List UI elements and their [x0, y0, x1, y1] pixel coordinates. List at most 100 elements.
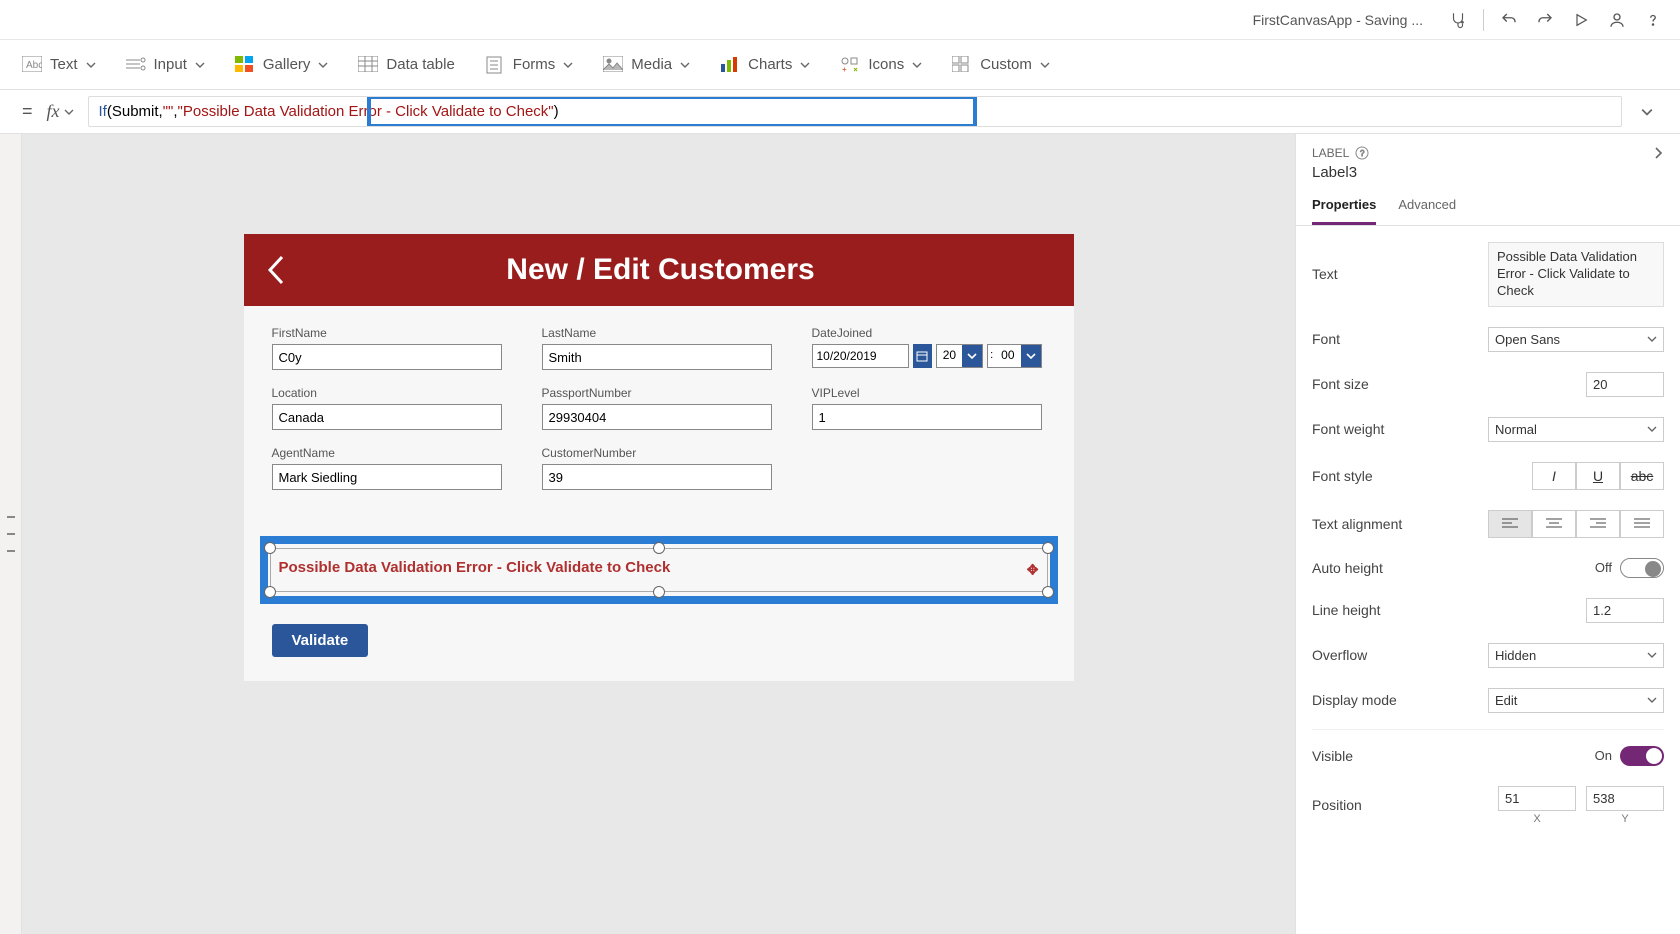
resize-handle[interactable]	[264, 586, 276, 598]
align-left-button[interactable]	[1488, 510, 1532, 538]
ribbon-media[interactable]: Media	[603, 56, 690, 74]
minute-value: 00	[995, 345, 1020, 367]
ribbon-text[interactable]: Abc Text	[22, 56, 96, 74]
user-icon[interactable]	[1606, 9, 1628, 31]
prop-autoheight: Auto height Off	[1312, 548, 1664, 588]
prop-font: Font Open Sans	[1312, 317, 1664, 362]
resize-handle[interactable]	[1042, 542, 1054, 554]
main-area: New / Edit Customers FirstName LastName …	[0, 134, 1680, 934]
formula-input[interactable]: If(Submit, "", "Possible Data Validation…	[88, 96, 1622, 127]
visible-toggle[interactable]	[1620, 746, 1664, 766]
prop-displaymode-select[interactable]: Edit	[1488, 688, 1664, 713]
svg-text:?: ?	[1360, 149, 1365, 158]
formula-token: (Submit,	[107, 103, 163, 120]
input-location[interactable]	[272, 404, 502, 430]
input-icon	[126, 56, 146, 74]
prop-visible-label: Visible	[1312, 748, 1353, 764]
label-location: Location	[272, 386, 502, 400]
field-lastname: LastName	[542, 326, 772, 370]
input-agent[interactable]	[272, 464, 502, 490]
ribbon-gallery[interactable]: Gallery	[235, 56, 329, 74]
prop-fontstyle: Font style I U abc	[1312, 452, 1664, 500]
input-passport[interactable]	[542, 404, 772, 430]
strike-button[interactable]: abc	[1620, 462, 1664, 490]
info-icon[interactable]: ?	[1355, 146, 1369, 160]
forms-icon	[485, 56, 505, 74]
underline-button[interactable]: U	[1576, 462, 1620, 490]
ribbon-datatable[interactable]: Data table	[358, 56, 454, 74]
field-agent: AgentName	[272, 446, 502, 490]
chevron-right-icon[interactable]	[1652, 146, 1664, 160]
help-icon[interactable]	[1642, 9, 1664, 31]
field-vip: VIPLevel	[812, 386, 1042, 430]
prop-fontweight-select[interactable]: Normal	[1488, 417, 1664, 442]
prop-overflow-value: Hidden	[1495, 648, 1536, 663]
input-custnum[interactable]	[542, 464, 772, 490]
fx-dropdown[interactable]: fx	[47, 101, 74, 122]
input-lastname[interactable]	[542, 344, 772, 370]
tab-advanced[interactable]: Advanced	[1398, 191, 1456, 225]
formula-token: )	[554, 103, 559, 120]
align-justify-button[interactable]	[1620, 510, 1664, 538]
redo-icon[interactable]	[1534, 9, 1556, 31]
prop-font-select[interactable]: Open Sans	[1488, 327, 1664, 352]
prop-fontweight-value: Normal	[1495, 422, 1537, 437]
prop-fontsize-value[interactable]: 20	[1586, 372, 1664, 397]
undo-icon[interactable]	[1498, 9, 1520, 31]
prop-fontsize-label: Font size	[1312, 376, 1369, 392]
chevron-down-icon	[1040, 60, 1050, 70]
minute-select[interactable]: :00	[987, 344, 1041, 368]
chevron-down-icon	[318, 60, 328, 70]
calendar-icon[interactable]	[913, 344, 932, 368]
icons-icon: +	[840, 56, 860, 74]
app-preview: New / Edit Customers FirstName LastName …	[244, 234, 1074, 681]
panel-tabs: Properties Advanced	[1296, 191, 1680, 226]
canvas-area[interactable]: New / Edit Customers FirstName LastName …	[22, 134, 1295, 934]
ribbon-icons[interactable]: + Icons	[840, 56, 922, 74]
tab-properties[interactable]: Properties	[1312, 191, 1376, 225]
italic-button[interactable]: I	[1532, 462, 1576, 490]
prop-align: Text alignment	[1312, 500, 1664, 548]
play-icon[interactable]	[1570, 9, 1592, 31]
validation-label[interactable]: Possible Data Validation Error - Click V…	[270, 548, 1048, 592]
back-icon[interactable]	[264, 253, 288, 287]
resize-handle[interactable]	[264, 542, 276, 554]
ribbon-media-label: Media	[631, 56, 672, 73]
label-vip: VIPLevel	[812, 386, 1042, 400]
input-firstname[interactable]	[272, 344, 502, 370]
formula-expand-icon[interactable]	[1636, 106, 1658, 118]
align-right-button[interactable]	[1576, 510, 1620, 538]
prop-lineheight: Line height 1.2	[1312, 588, 1664, 633]
ribbon-forms[interactable]: Forms	[485, 56, 574, 74]
ribbon-custom[interactable]: Custom	[952, 56, 1050, 74]
input-date[interactable]: 10/20/2019	[812, 344, 910, 368]
insert-ribbon: Abc Text Input Gallery Data table Forms …	[0, 40, 1680, 90]
chevron-down-icon	[563, 60, 573, 70]
prop-font-value: Open Sans	[1495, 332, 1560, 347]
align-center-button[interactable]	[1532, 510, 1576, 538]
resize-handle[interactable]	[653, 542, 665, 554]
position-x-input[interactable]: 51	[1498, 786, 1576, 811]
position-y-label: Y	[1621, 813, 1628, 825]
media-icon	[603, 56, 623, 74]
prop-overflow-select[interactable]: Hidden	[1488, 643, 1664, 668]
diagnostics-icon[interactable]	[1447, 9, 1469, 31]
hour-select[interactable]: 20	[936, 344, 983, 368]
prop-displaymode: Display mode Edit	[1312, 678, 1664, 723]
resize-handle[interactable]	[653, 586, 665, 598]
selected-control[interactable]: Possible Data Validation Error - Click V…	[260, 536, 1058, 604]
datatable-icon	[358, 56, 378, 74]
ribbon-charts[interactable]: Charts	[720, 56, 810, 74]
position-y-input[interactable]: 538	[1586, 786, 1664, 811]
validate-button[interactable]: Validate	[272, 624, 369, 657]
ribbon-input[interactable]: Input	[126, 56, 205, 74]
prop-text-value[interactable]: Possible Data Validation Error - Click V…	[1488, 242, 1664, 307]
prop-lineheight-value[interactable]: 1.2	[1586, 598, 1664, 623]
left-rail[interactable]	[0, 134, 22, 934]
prop-visible: Visible On	[1312, 736, 1664, 776]
autoheight-toggle[interactable]	[1620, 558, 1664, 578]
control-name: Label3	[1296, 162, 1680, 191]
prop-fontstyle-label: Font style	[1312, 468, 1373, 484]
input-vip[interactable]	[812, 404, 1042, 430]
resize-handle[interactable]	[1042, 586, 1054, 598]
